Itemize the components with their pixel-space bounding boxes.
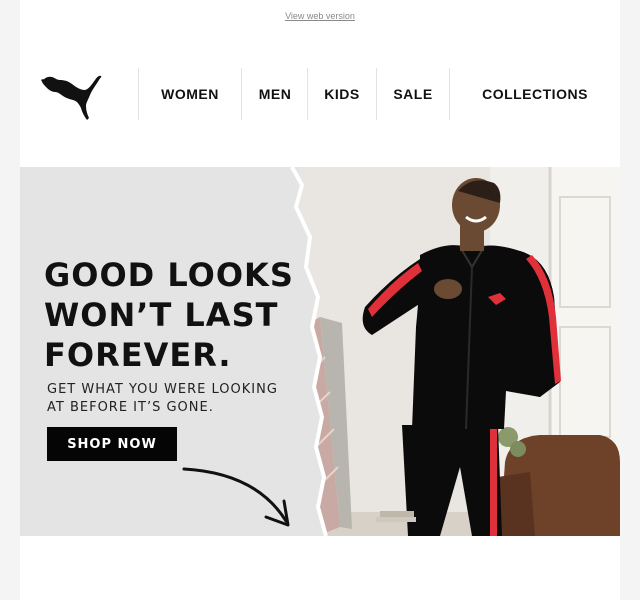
hero-subline: GET WHAT YOU WERE LOOKING AT BEFORE IT’S… (47, 381, 278, 417)
subline-line: AT BEFORE IT’S GONE. (47, 400, 214, 415)
puma-logo-icon[interactable] (40, 70, 102, 120)
hero-banner[interactable]: GOOD LOOKS WON’T LAST FOREVER. GET WHAT … (20, 167, 620, 536)
subline-line: GET WHAT YOU WERE LOOKING (47, 382, 278, 397)
nav-item-women[interactable]: WOMEN (139, 68, 241, 120)
top-navigation: WOMEN MEN KIDS SALE COLLECTIONS (20, 68, 620, 120)
headline-line: FOREVER. (44, 336, 232, 374)
hero-headline: GOOD LOOKS WON’T LAST FOREVER. (44, 255, 294, 375)
headline-line: WON’T LAST (44, 296, 279, 334)
nav-item-kids[interactable]: KIDS (308, 68, 376, 120)
nav-item-men[interactable]: MEN (242, 68, 308, 120)
headline-line: GOOD LOOKS (44, 256, 294, 294)
view-web-version-link[interactable]: View web version (20, 11, 620, 21)
shop-now-button[interactable]: SHOP NOW (47, 427, 177, 461)
email-container: View web version WOMEN MEN KIDS SALE COL… (20, 0, 620, 600)
nav-item-sale[interactable]: SALE (377, 68, 449, 120)
nav-item-collections[interactable]: COLLECTIONS (450, 68, 620, 120)
